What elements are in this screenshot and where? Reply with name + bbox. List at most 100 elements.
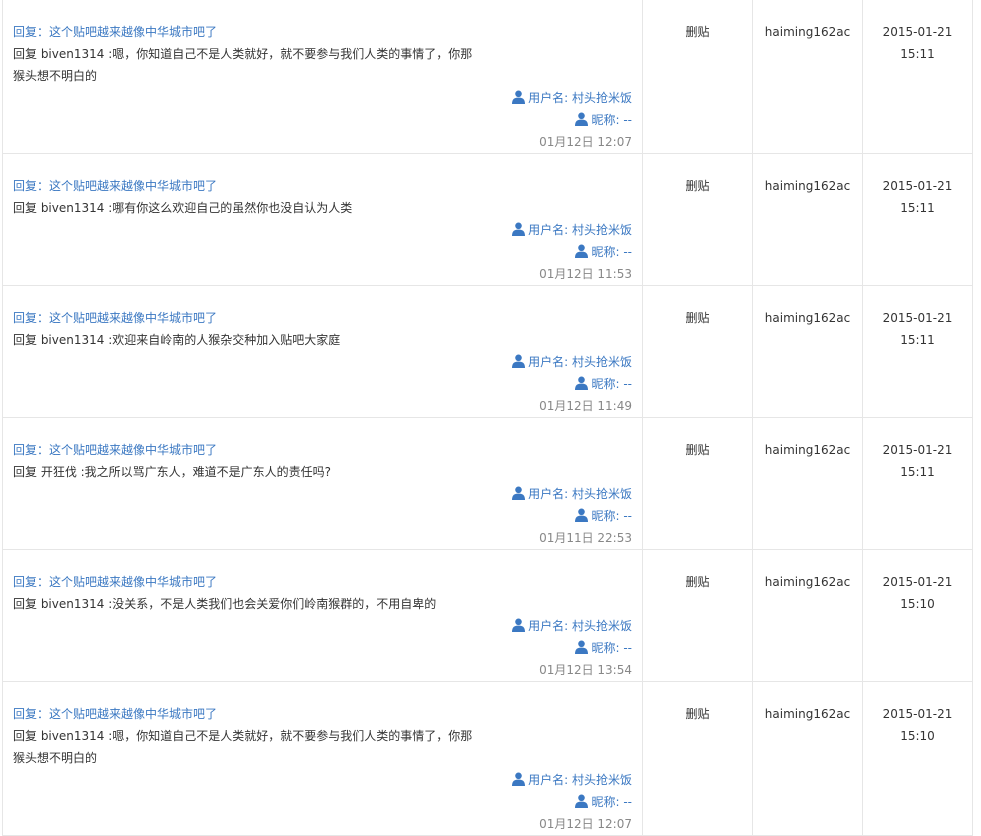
post-body: 回复 开狂伐 :我之所以骂广东人，难道不是广东人的责任吗? — [13, 465, 332, 479]
operator-name: haiming162ac — [764, 25, 851, 39]
deleted-posts-table: 回复：这个贴吧越来越像中华城市吧了 回复 biven1314 :嗯，你知道自己不… — [2, 0, 973, 836]
username-label: 用户名: — [528, 619, 569, 633]
username-value: 村头抢米饭 — [571, 223, 632, 237]
user-icon — [512, 354, 526, 368]
action-cell: 删贴 — [642, 0, 753, 154]
post-title-link[interactable]: 回复：这个贴吧越来越像中华城市吧了 — [13, 703, 483, 725]
post-body: 回复 biven1314 :哪有你这么欢迎自己的虽然你也没自认为人类 — [13, 201, 353, 215]
user-icon — [512, 772, 526, 786]
post-meta: 用户名: 村头抢米饭 昵称: -- 01月12日 11:53 — [482, 219, 632, 285]
post-cell: 回复：这个贴吧越来越像中华城市吧了 回复 biven1314 :嗯，你知道自己不… — [2, 0, 643, 154]
nickname-link[interactable]: 昵称: -- — [591, 377, 632, 391]
operation-date: 2015-01-21 — [882, 443, 953, 457]
nickname-value: -- — [623, 245, 632, 259]
post-meta: 用户名: 村头抢米饭 昵称: -- 01月11日 22:53 — [482, 483, 632, 549]
post-meta: 用户名: 村头抢米饭 昵称: -- 01月12日 12:07 — [482, 769, 632, 835]
operator-name: haiming162ac — [764, 179, 851, 193]
post-cell: 回复：这个贴吧越来越像中华城市吧了 回复 biven1314 :欢迎来自岭南的人… — [2, 285, 643, 418]
nickname-label: 昵称: — [591, 113, 620, 127]
post-title-link[interactable]: 回复：这个贴吧越来越像中华城市吧了 — [13, 439, 483, 461]
post-content: 回复：这个贴吧越来越像中华城市吧了 回复 biven1314 :嗯，你知道自己不… — [13, 703, 483, 769]
nickname-link[interactable]: 昵称: -- — [591, 245, 632, 259]
username-value: 村头抢米饭 — [571, 773, 632, 787]
nickname-label: 昵称: — [591, 641, 620, 655]
operation-time: 15:11 — [900, 201, 935, 215]
nickname-value: -- — [623, 509, 632, 523]
post-content: 回复：这个贴吧越来越像中华城市吧了 回复 biven1314 :没关系，不是人类… — [13, 571, 483, 615]
time-cell: 2015-01-21 15:10 — [862, 681, 973, 836]
time-cell: 2015-01-21 15:11 — [862, 285, 973, 418]
table-row: 回复：这个贴吧越来越像中华城市吧了 回复 开狂伐 :我之所以骂广东人，难道不是广… — [2, 417, 973, 550]
nickname-value: -- — [623, 641, 632, 655]
post-date: 01月11日 22:53 — [539, 531, 632, 545]
username-link[interactable]: 用户名: 村头抢米饭 — [528, 223, 632, 237]
post-content: 回复：这个贴吧越来越像中华城市吧了 回复 biven1314 :嗯，你知道自己不… — [13, 21, 483, 87]
operation-date: 2015-01-21 — [882, 707, 953, 721]
action-label: 删贴 — [685, 179, 710, 193]
user-icon — [575, 376, 589, 390]
nickname-label: 昵称: — [591, 509, 620, 523]
nickname-label: 昵称: — [591, 795, 620, 809]
operator-name: haiming162ac — [764, 311, 851, 325]
table-row: 回复：这个贴吧越来越像中华城市吧了 回复 biven1314 :嗯，你知道自己不… — [2, 681, 973, 836]
operator-name: haiming162ac — [764, 575, 851, 589]
post-title-link[interactable]: 回复：这个贴吧越来越像中华城市吧了 — [13, 21, 483, 43]
nickname-link[interactable]: 昵称: -- — [591, 509, 632, 523]
nickname-value: -- — [623, 113, 632, 127]
nickname-link[interactable]: 昵称: -- — [591, 113, 632, 127]
user-icon — [575, 640, 589, 654]
action-label: 删贴 — [685, 707, 710, 721]
username-link[interactable]: 用户名: 村头抢米饭 — [528, 619, 632, 633]
post-title-link[interactable]: 回复：这个贴吧越来越像中华城市吧了 — [13, 571, 483, 593]
operator-cell: haiming162ac — [752, 0, 863, 154]
action-label: 删贴 — [685, 443, 710, 457]
post-meta: 用户名: 村头抢米饭 昵称: -- 01月12日 11:49 — [482, 351, 632, 417]
time-cell: 2015-01-21 15:11 — [862, 0, 973, 154]
operator-name: haiming162ac — [764, 443, 851, 457]
username-value: 村头抢米饭 — [571, 355, 632, 369]
table-row: 回复：这个贴吧越来越像中华城市吧了 回复 biven1314 :欢迎来自岭南的人… — [2, 285, 973, 418]
username-link[interactable]: 用户名: 村头抢米饭 — [528, 91, 632, 105]
nickname-label: 昵称: — [591, 245, 620, 259]
operator-cell: haiming162ac — [752, 549, 863, 682]
username-label: 用户名: — [528, 487, 569, 501]
nickname-link[interactable]: 昵称: -- — [591, 641, 632, 655]
username-link[interactable]: 用户名: 村头抢米饭 — [528, 487, 632, 501]
post-cell: 回复：这个贴吧越来越像中华城市吧了 回复 biven1314 :没关系，不是人类… — [2, 549, 643, 682]
user-icon — [575, 244, 589, 258]
post-content: 回复：这个贴吧越来越像中华城市吧了 回复 biven1314 :哪有你这么欢迎自… — [13, 175, 483, 219]
user-icon — [575, 508, 589, 522]
operation-date: 2015-01-21 — [882, 25, 953, 39]
post-date: 01月12日 11:49 — [539, 399, 632, 413]
post-body: 回复 biven1314 :嗯，你知道自己不是人类就好，就不要参与我们人类的事情… — [13, 47, 473, 83]
operator-cell: haiming162ac — [752, 417, 863, 550]
post-body: 回复 biven1314 :欢迎来自岭南的人猴杂交种加入贴吧大家庭 — [13, 333, 341, 347]
action-cell: 删贴 — [642, 285, 753, 418]
post-date: 01月12日 12:07 — [539, 817, 632, 831]
post-cell: 回复：这个贴吧越来越像中华城市吧了 回复 biven1314 :嗯，你知道自己不… — [2, 681, 643, 836]
operation-date: 2015-01-21 — [882, 575, 953, 589]
username-value: 村头抢米饭 — [571, 487, 632, 501]
operator-cell: haiming162ac — [752, 681, 863, 836]
action-label: 删贴 — [685, 25, 710, 39]
username-label: 用户名: — [528, 223, 569, 237]
post-title-link[interactable]: 回复：这个贴吧越来越像中华城市吧了 — [13, 307, 483, 329]
table-row: 回复：这个贴吧越来越像中华城市吧了 回复 biven1314 :嗯，你知道自己不… — [2, 0, 973, 154]
nickname-link[interactable]: 昵称: -- — [591, 795, 632, 809]
post-body: 回复 biven1314 :嗯，你知道自己不是人类就好，就不要参与我们人类的事情… — [13, 729, 473, 765]
username-link[interactable]: 用户名: 村头抢米饭 — [528, 773, 632, 787]
user-icon — [575, 794, 589, 808]
operator-cell: haiming162ac — [752, 285, 863, 418]
username-label: 用户名: — [528, 91, 569, 105]
action-cell: 删贴 — [642, 549, 753, 682]
user-icon — [512, 90, 526, 104]
post-content: 回复：这个贴吧越来越像中华城市吧了 回复 biven1314 :欢迎来自岭南的人… — [13, 307, 483, 351]
action-cell: 删贴 — [642, 153, 753, 286]
operator-cell: haiming162ac — [752, 153, 863, 286]
post-date: 01月12日 12:07 — [539, 135, 632, 149]
username-value: 村头抢米饭 — [571, 91, 632, 105]
post-title-link[interactable]: 回复：这个贴吧越来越像中华城市吧了 — [13, 175, 483, 197]
operation-date: 2015-01-21 — [882, 311, 953, 325]
username-link[interactable]: 用户名: 村头抢米饭 — [528, 355, 632, 369]
action-cell: 删贴 — [642, 681, 753, 836]
